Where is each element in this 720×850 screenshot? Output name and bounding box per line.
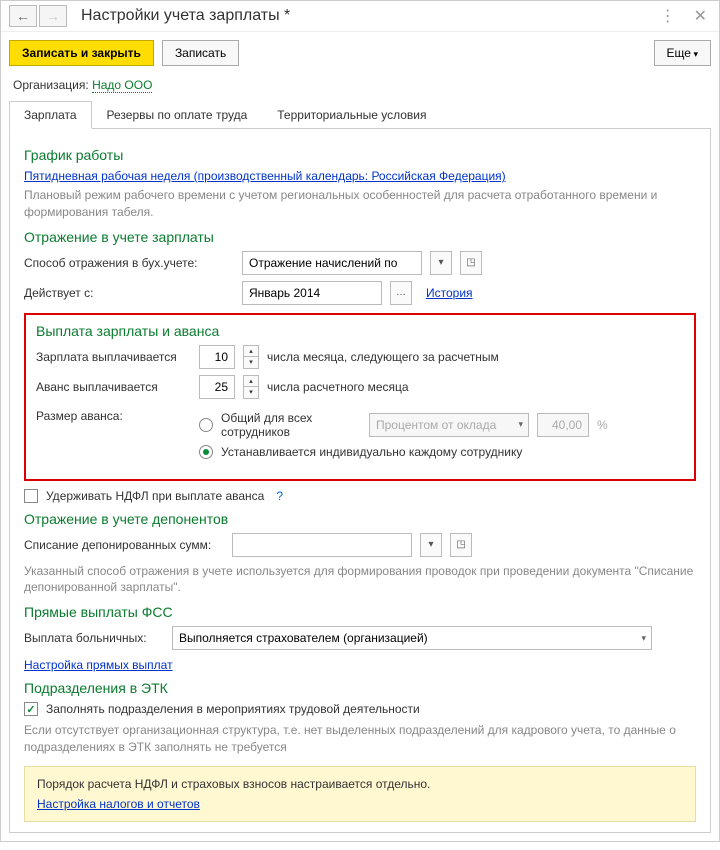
org-label: Организация: xyxy=(13,78,89,92)
etk-heading: Подразделения в ЭТК xyxy=(24,680,696,696)
spinner-up-icon[interactable]: ▴ xyxy=(244,376,258,387)
close-icon[interactable]: ✕ xyxy=(690,6,711,26)
save-button[interactable]: Записать xyxy=(162,40,239,66)
deponents-input[interactable] xyxy=(232,533,412,557)
percent-mode-select[interactable] xyxy=(369,413,529,437)
radio-individual[interactable] xyxy=(199,445,213,459)
advance-day-input[interactable] xyxy=(199,375,235,399)
schedule-heading: График работы xyxy=(24,147,696,163)
advance-suffix: числа расчетного месяца xyxy=(267,380,409,394)
etk-check-label: Заполнять подразделения в мероприятиях т… xyxy=(46,702,420,716)
etk-checkbox[interactable]: ✓ xyxy=(24,702,38,716)
ndfl-checkbox[interactable] xyxy=(24,489,38,503)
dropdown-icon[interactable]: ▾ xyxy=(430,251,452,275)
tax-info-text: Порядок расчета НДФЛ и страховых взносов… xyxy=(37,777,683,791)
spinner-up-icon[interactable]: ▴ xyxy=(244,346,258,357)
menu-dots-icon[interactable]: ⋮ xyxy=(656,6,680,26)
schedule-link[interactable]: Пятидневная рабочая неделя (производстве… xyxy=(24,169,506,183)
effective-label: Действует с: xyxy=(24,286,234,300)
percent-value-input[interactable] xyxy=(537,413,589,437)
spinner-down-icon[interactable]: ▾ xyxy=(244,357,258,368)
fss-heading: Прямые выплаты ФСС xyxy=(24,604,696,620)
reflect-method-input[interactable] xyxy=(242,251,422,275)
tax-config-link[interactable]: Настройка налогов и отчетов xyxy=(37,797,200,811)
tab-salary[interactable]: Зарплата xyxy=(9,101,92,129)
spinner-down-icon[interactable]: ▾ xyxy=(244,387,258,398)
more-button[interactable]: Еще xyxy=(654,40,711,66)
advance-pay-label: Аванс выплачивается xyxy=(36,380,191,394)
ndfl-label: Удерживать НДФЛ при выплате аванса xyxy=(46,489,264,503)
radio-common[interactable] xyxy=(199,418,213,432)
percent-suffix: % xyxy=(597,418,608,432)
payout-heading: Выплата зарплаты и аванса xyxy=(36,323,684,339)
tax-info-box: Порядок расчета НДФЛ и страховых взносов… xyxy=(24,766,696,822)
advance-day-spinner[interactable]: ▴▾ xyxy=(243,375,259,399)
effective-input[interactable] xyxy=(242,281,382,305)
ellipsis-icon[interactable]: … xyxy=(390,281,412,305)
help-icon[interactable]: ? xyxy=(276,489,283,503)
radio-common-label: Общий для всех сотрудников xyxy=(221,411,361,439)
nav-back-button[interactable]: ← xyxy=(9,5,37,27)
reflect-method-label: Способ отражения в бух.учете: xyxy=(24,256,234,270)
tab-reserves[interactable]: Резервы по оплате труда xyxy=(92,101,263,129)
salary-day-spinner[interactable]: ▴▾ xyxy=(243,345,259,369)
salary-suffix: числа месяца, следующего за расчетным xyxy=(267,350,499,364)
history-link[interactable]: История xyxy=(426,286,473,300)
save-close-button[interactable]: Записать и закрыть xyxy=(9,40,154,66)
reflect-heading: Отражение в учете зарплаты xyxy=(24,229,696,245)
window-title: Настройки учета зарплаты * xyxy=(81,7,290,25)
etk-hint: Если отсутствует организационная структу… xyxy=(24,722,696,756)
radio-individual-label: Устанавливается индивидуально каждому со… xyxy=(221,445,522,459)
fss-config-link[interactable]: Настройка прямых выплат xyxy=(24,658,173,672)
fss-select[interactable] xyxy=(172,626,652,650)
open-ref-icon[interactable]: ◳ xyxy=(450,533,472,557)
deponents-heading: Отражение в учете депонентов xyxy=(24,511,696,527)
salary-pay-label: Зарплата выплачивается xyxy=(36,350,191,364)
deponents-hint: Указанный способ отражения в учете испол… xyxy=(24,563,696,597)
org-link[interactable]: Надо ООО xyxy=(92,78,152,93)
advance-size-label: Размер аванса: xyxy=(36,405,191,423)
payout-highlight-box: Выплата зарплаты и аванса Зарплата выпла… xyxy=(24,313,696,481)
tab-territorial[interactable]: Территориальные условия xyxy=(262,101,441,129)
salary-day-input[interactable] xyxy=(199,345,235,369)
nav-forward-button[interactable]: → xyxy=(39,5,67,27)
fss-label: Выплата больничных: xyxy=(24,631,164,645)
schedule-hint: Плановый режим рабочего времени с учетом… xyxy=(24,187,696,221)
deponents-label: Списание депонированных сумм: xyxy=(24,538,224,552)
dropdown-icon[interactable]: ▾ xyxy=(420,533,442,557)
open-ref-icon[interactable]: ◳ xyxy=(460,251,482,275)
